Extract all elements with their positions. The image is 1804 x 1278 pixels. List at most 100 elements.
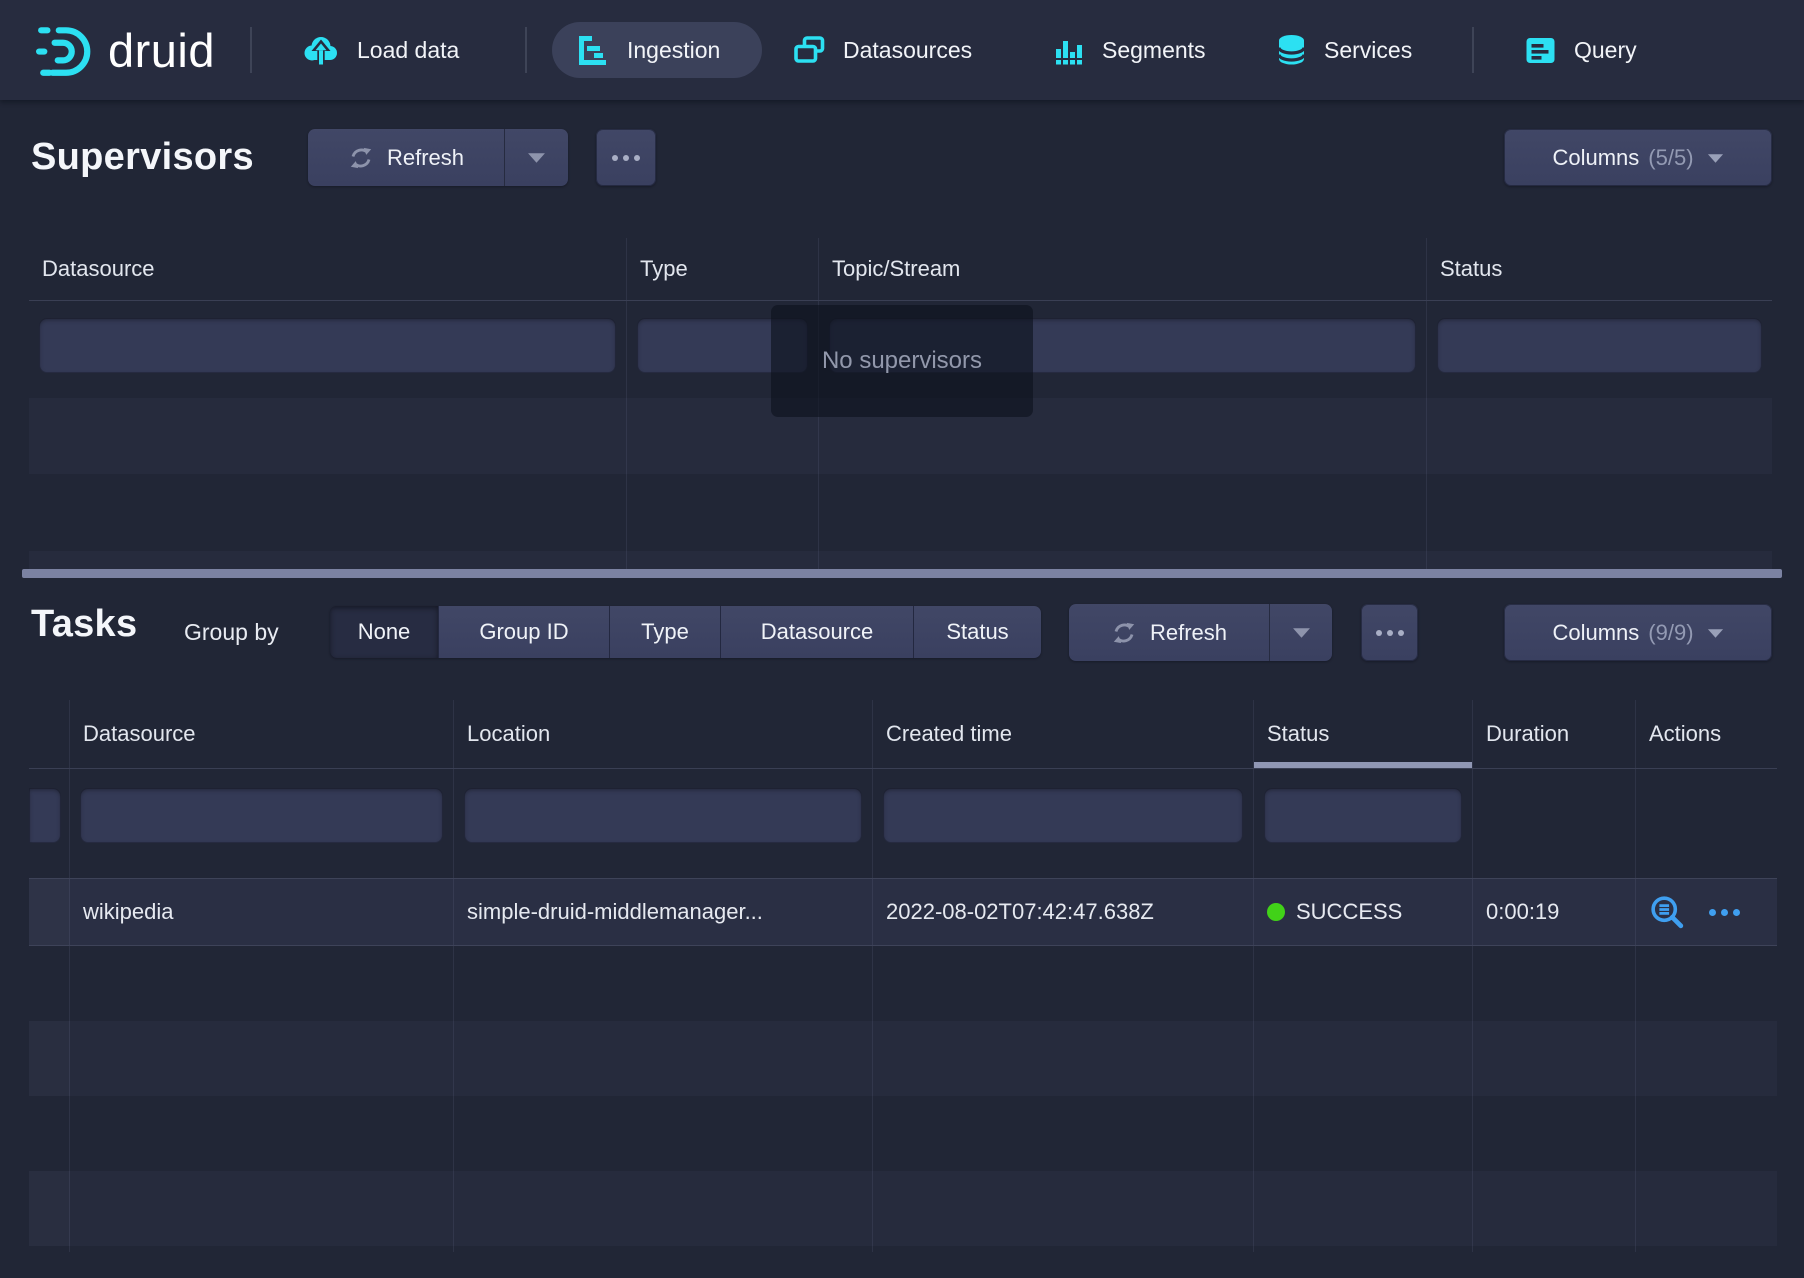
task-created-time-cell: 2022-08-02T07:42:47.638Z [873, 879, 1254, 945]
refresh-label: Refresh [1150, 620, 1227, 646]
tasks-more-button[interactable] [1361, 604, 1418, 661]
column-header-status[interactable]: Status [1427, 238, 1772, 300]
tasks-columns-button[interactable]: Columns (9/9) [1504, 604, 1772, 661]
supervisors-more-button[interactable] [596, 129, 656, 186]
more-icon [1376, 630, 1404, 636]
brand-name: druid [108, 23, 215, 78]
nav-item-label: Services [1324, 37, 1412, 64]
no-supervisors-message: No supervisors [771, 305, 1033, 417]
bar-chart-icon [1054, 34, 1085, 67]
row-expander-cell[interactable] [29, 879, 70, 945]
nav-item-label: Query [1574, 37, 1637, 64]
tasks-table: Datasource Location Created time Status … [29, 700, 1777, 1252]
nav-item-label: Ingestion [627, 37, 720, 64]
view-detail-magnifier-icon[interactable] [1649, 894, 1685, 930]
tasks-refresh-split: Refresh [1069, 604, 1332, 661]
nav-item-ingestion[interactable]: Ingestion [577, 0, 720, 100]
supervisors-columns-button[interactable]: Columns (5/5) [1504, 129, 1772, 186]
columns-count: (5/5) [1648, 145, 1693, 171]
chevron-down-icon [1707, 627, 1724, 639]
task-location-cell: simple-druid-middlemanager... [454, 879, 873, 945]
filter-status-input[interactable] [1437, 318, 1762, 373]
task-status-cell: SUCCESS [1254, 879, 1473, 945]
group-by-group-id-button[interactable]: Group ID [438, 606, 609, 658]
sort-indicator [1254, 762, 1472, 768]
group-by-status-button[interactable]: Status [913, 606, 1041, 658]
database-icon [1276, 33, 1307, 67]
column-header-status-sorted[interactable]: Status [1254, 700, 1473, 768]
task-datasource-cell: wikipedia [70, 879, 454, 945]
status-label: SUCCESS [1296, 899, 1402, 925]
nav-item-datasources[interactable]: Datasources [793, 0, 972, 100]
filter-datasource-input[interactable] [80, 788, 443, 843]
nav-separator [1472, 27, 1474, 73]
supervisors-refresh-dropdown-button[interactable] [504, 129, 568, 186]
columns-count: (9/9) [1648, 620, 1693, 646]
column-header-created-time[interactable]: Created time [873, 700, 1254, 768]
supervisors-refresh-split: Refresh [308, 129, 568, 186]
filter-datasource-input[interactable] [39, 318, 616, 373]
column-header-actions[interactable]: Actions [1636, 700, 1777, 768]
group-by-none-button[interactable]: None [330, 606, 438, 658]
filter-expander-input[interactable] [29, 788, 61, 843]
nav-item-segments[interactable]: Segments [1054, 0, 1206, 100]
group-by-datasource-button[interactable]: Datasource [720, 606, 913, 658]
filter-status-input[interactable] [1264, 788, 1462, 843]
group-by-label: Group by [184, 619, 279, 646]
column-header-datasource[interactable]: Datasource [70, 700, 454, 768]
nav-item-label: Datasources [843, 37, 972, 64]
refresh-icon [1111, 620, 1137, 646]
group-by-type-button[interactable]: Type [609, 606, 720, 658]
supervisors-title: Supervisors [31, 136, 254, 179]
column-header-topic-stream[interactable]: Topic/Stream [819, 238, 1427, 300]
tasks-refresh-dropdown-button[interactable] [1269, 604, 1332, 661]
nav-item-load-data[interactable]: Load data [300, 0, 459, 100]
status-success-dot [1267, 903, 1285, 921]
filter-created-time-input[interactable] [883, 788, 1243, 843]
empty-table-row [29, 1246, 1777, 1252]
columns-label: Columns [1552, 620, 1639, 646]
brand[interactable]: druid [36, 0, 215, 100]
tasks-refresh-button[interactable]: Refresh [1069, 604, 1269, 661]
nav-item-services[interactable]: Services [1276, 0, 1412, 100]
empty-table-row [29, 474, 1772, 551]
upload-cloud-icon [300, 34, 340, 67]
column-header-datasource[interactable]: Datasource [29, 238, 627, 300]
column-header-duration[interactable]: Duration [1473, 700, 1636, 768]
empty-table-row [29, 1096, 1777, 1171]
chevron-down-icon [527, 151, 546, 164]
supervisors-refresh-button[interactable]: Refresh [308, 129, 504, 186]
chevron-down-icon [1707, 152, 1724, 164]
columns-label: Columns [1552, 145, 1639, 171]
more-icon [612, 155, 640, 161]
layers-icon [793, 35, 826, 65]
refresh-label: Refresh [387, 145, 464, 171]
horizontal-scrollbar[interactable] [22, 569, 1782, 578]
column-header-type[interactable]: Type [627, 238, 819, 300]
column-header-status-label: Status [1267, 721, 1329, 747]
nav-item-label: Load data [357, 37, 459, 64]
task-actions-cell [1636, 879, 1777, 945]
task-duration-cell: 0:00:19 [1473, 879, 1636, 945]
empty-table-row [29, 1171, 1777, 1246]
group-by-button-group: None Group ID Type Datasource Status [330, 606, 1041, 658]
nav-separator [525, 27, 527, 73]
druid-logo-icon [36, 21, 94, 79]
nav-separator [250, 27, 252, 73]
empty-table-row [29, 551, 1772, 569]
row-more-actions-icon[interactable] [1709, 909, 1740, 916]
column-header-expander[interactable] [29, 700, 70, 768]
empty-table-row [29, 1021, 1777, 1096]
navbar: druid Load data Ingestion [0, 0, 1804, 100]
refresh-icon [348, 145, 374, 171]
column-header-location[interactable]: Location [454, 700, 873, 768]
gantt-chart-icon [577, 33, 610, 68]
nav-item-query[interactable]: Query [1524, 0, 1637, 100]
tasks-header-row: Datasource Location Created time Status … [29, 700, 1777, 769]
nav-item-label: Segments [1102, 37, 1206, 64]
supervisors-header-row: Datasource Type Topic/Stream Status [29, 238, 1772, 301]
chevron-down-icon [1292, 626, 1311, 639]
filter-location-input[interactable] [464, 788, 862, 843]
tasks-title: Tasks [31, 603, 137, 646]
tasks-filter-row [29, 769, 1777, 878]
